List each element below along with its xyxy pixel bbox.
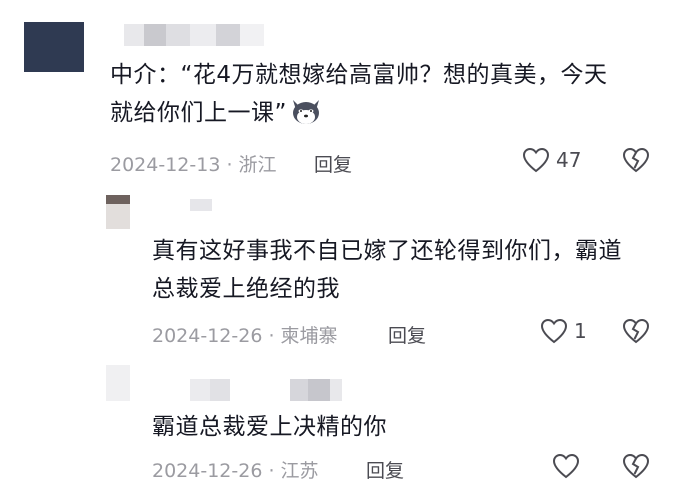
comment-date-location: 2024-12-13 · 浙江 (110, 154, 277, 176)
dislike-button[interactable] (622, 147, 650, 173)
comment-text: 真有这好事我不自已嫁了还轮得到你们，霸道总裁爱上绝经的我 (152, 238, 622, 302)
reply-button[interactable]: 回复 (366, 456, 404, 483)
comment-3: 霸道总裁爱上决精的你 2024-12-26 · 江苏 回复 (0, 355, 678, 500)
reply-button[interactable]: 回复 (314, 150, 352, 177)
like-button[interactable]: 1 (540, 318, 587, 344)
like-button[interactable] (552, 453, 586, 479)
avatar[interactable] (106, 195, 130, 229)
like-button[interactable]: 47 (522, 147, 581, 173)
heart-outline-icon (522, 147, 550, 173)
avatar[interactable] (106, 365, 130, 401)
like-count: 47 (556, 148, 582, 172)
husky-emoji-icon (289, 96, 323, 126)
comment-text: 霸道总裁爱上决精的你 (152, 414, 387, 440)
comment-text: 中介：“花4万就想嫁给高富帅？想的真美，今天就给你们上一课” (110, 56, 630, 132)
dislike-button[interactable] (622, 318, 650, 344)
comment-date-location: 2024-12-26 · 柬埔寨 (152, 325, 338, 347)
broken-heart-icon (622, 318, 650, 344)
dislike-button[interactable] (622, 453, 650, 479)
reply-button[interactable]: 回复 (388, 321, 426, 348)
comment-1: 中介：“花4万就想嫁给高富帅？想的真美，今天就给你们上一课” 2024-12-1… (0, 0, 678, 185)
comment-text-content: 中介：“花4万就想嫁给高富帅？想的真美，今天就给你们上一课” (110, 62, 608, 126)
like-count: 1 (574, 319, 587, 343)
username-obscured[interactable] (190, 379, 342, 401)
avatar[interactable] (24, 22, 84, 72)
username-obscured[interactable] (124, 24, 264, 46)
broken-heart-icon (622, 147, 650, 173)
heart-outline-icon (552, 453, 580, 479)
comment-date-location: 2024-12-26 · 江苏 (152, 460, 319, 482)
broken-heart-icon (622, 453, 650, 479)
username-obscured[interactable] (190, 199, 212, 211)
comment-2: 真有这好事我不自已嫁了还轮得到你们，霸道总裁爱上绝经的我 2024-12-26 … (0, 185, 678, 355)
heart-outline-icon (540, 318, 568, 344)
